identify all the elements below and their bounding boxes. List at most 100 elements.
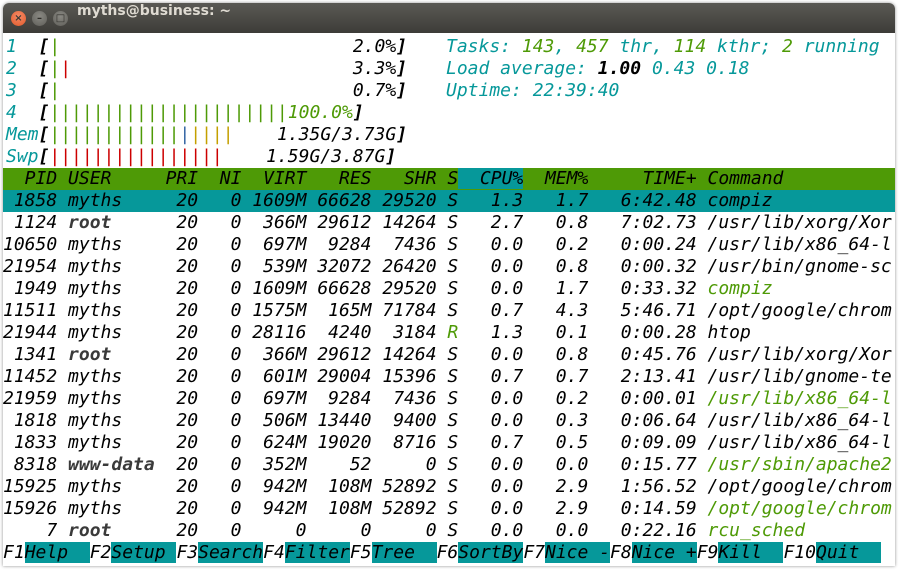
header-cpu[interactable]: CPU% [458,168,524,189]
cell-ni: 0 [198,520,242,541]
fkey-label-f1[interactable]: Help [24,542,90,563]
cell-pri: 20 [154,520,199,541]
cell-mem: 0.8 [523,256,589,277]
cell-mem: 0.2 [523,234,589,255]
header-pri[interactable]: PRI [155,168,199,189]
fkey-f4[interactable]: F4 [263,542,285,563]
table-row[interactable]: 10650 myths 20 0 697M 9284 7436 S 0.0 0.… [3,234,892,256]
table-row[interactable]: 1124 root 20 0 366M 29612 14264 S 2.7 0.… [3,212,892,234]
cell-state: S [436,256,459,277]
maximize-window-button[interactable]: □ [53,11,68,26]
table-row[interactable]: 11452 myths 20 0 601M 29004 15396 S 0.7 … [3,366,892,388]
header-state[interactable]: S [437,168,458,189]
cell-cpu: 0.0 [458,454,524,475]
fkey-label-f8[interactable]: Nice + [631,542,697,563]
cell-mem: 0.0 [523,520,589,541]
cell-mem: 0.7 [523,366,589,387]
header-user[interactable]: USER [57,168,155,189]
table-row[interactable]: 1949 myths 20 0 1609M 66628 29520 S 0.0 … [3,278,773,300]
fkey-f8[interactable]: F8 [610,542,632,563]
cell-user: root [57,344,155,365]
cell-time: 7:02.73 [588,212,697,233]
cell-res: 66628 [306,190,372,211]
fkey-label-f2[interactable]: Setup [111,542,177,563]
table-row[interactable]: 21959 myths 20 0 697M 9284 7436 S 0.0 0.… [3,388,892,410]
cell-time: 0:22.16 [588,520,697,541]
fkey-label-f7[interactable]: Nice - [545,542,611,563]
fkey-f3[interactable]: F3 [176,542,198,563]
cell-command: /opt/google/chrom [696,476,892,497]
cell-virt: 1609M [241,190,307,211]
cell-res: 4240 [306,322,372,343]
cell-ni: 0 [198,234,242,255]
table-row[interactable]: 1341 root 20 0 366M 29612 14264 S 0.0 0.… [3,344,892,366]
header-virt[interactable]: VIRT [241,168,306,189]
table-row[interactable]: 1858 myths 20 0 1609M 66628 29520 S 1.3 … [3,190,773,212]
cell-res: 0 [306,520,372,541]
fkey-f6[interactable]: F6 [437,542,459,563]
cell-res: 29004 [306,366,372,387]
fkey-f7[interactable]: F7 [523,542,545,563]
title-bar[interactable]: × – □ myths@business: ~ [3,3,895,33]
window-title: myths@business: ~ [77,3,232,19]
swp-meter: Swp[|||||||||||||||| 1.59G/3.87G] [6,146,397,167]
fkey-f5[interactable]: F5 [350,542,372,563]
cell-cpu: 2.7 [458,212,524,233]
cell-time: 0:06.64 [588,410,697,431]
cell-mem: 4.3 [523,300,589,321]
header-ni[interactable]: NI [198,168,242,189]
table-row[interactable]: 11511 myths 20 0 1575M 165M 71784 S 0.7 … [3,300,892,322]
header-command[interactable]: Command [697,168,784,189]
minimize-window-button[interactable]: – [32,11,47,26]
header-time[interactable]: TIME+ [588,168,696,189]
cell-command: /usr/lib/x86_64-l [696,388,892,409]
table-row[interactable]: 1833 myths 20 0 624M 19020 8716 S 0.7 0.… [3,432,892,454]
cell-cpu: 0.0 [458,234,524,255]
cell-cpu: 0.0 [458,344,524,365]
fkey-f2[interactable]: F2 [90,542,112,563]
cell-time: 1:56.52 [588,476,697,497]
cell-shr: 52892 [371,498,437,519]
cell-state: S [436,278,459,299]
cell-state: S [436,454,459,475]
fkey-label-f3[interactable]: Search [198,542,264,563]
fkey-label-f9[interactable]: Kill [718,542,784,563]
header-res[interactable]: RES [306,168,372,189]
cell-shr: 0 [371,520,437,541]
terminal-window: × – □ myths@business: ~ 1 [| 2.0%] 2 [||… [3,3,895,566]
header-mem[interactable]: MEM% [523,168,588,189]
fkey-f10[interactable]: F10 [783,542,816,563]
fkey-label-f6[interactable]: SortBy [458,542,524,563]
cell-state: S [436,410,459,431]
close-window-button[interactable]: × [11,11,26,26]
cell-virt: 697M [241,388,307,409]
table-row[interactable]: 15926 myths 20 0 942M 108M 52892 S 0.0 2… [3,498,892,520]
header-shr[interactable]: SHR [372,168,437,189]
table-row[interactable]: 1818 myths 20 0 506M 13440 9400 S 0.0 0.… [3,410,892,432]
table-row[interactable]: 15925 myths 20 0 942M 108M 52892 S 0.0 2… [3,476,892,498]
cell-cpu: 0.0 [458,498,524,519]
cell-ni: 0 [198,256,242,277]
fkey-label-f10[interactable]: Quit [815,542,882,563]
fkey-label-f5[interactable]: Tree [371,542,437,563]
fkey-f9[interactable]: F9 [697,542,719,563]
cell-res: 29612 [306,344,372,365]
cell-cpu: 0.0 [458,410,524,431]
column-headers[interactable]: PID USER PRI NI VIRT RES SHR S CPU% MEM%… [3,168,783,190]
fkey-label-f4[interactable]: Filter [284,542,350,563]
cell-mem: 0.0 [523,454,589,475]
cell-ni: 0 [198,300,242,321]
cell-ni: 0 [198,322,242,343]
cell-ni: 0 [198,212,242,233]
table-row[interactable]: 8318 www-data 20 0 352M 52 0 S 0.0 0.0 0… [3,454,892,476]
table-row[interactable]: 7 root 20 0 0 0 0 S 0.0 0.0 0:22.16 rcu_… [3,520,805,542]
cell-mem: 0.2 [523,388,589,409]
cell-shr: 7436 [371,234,437,255]
cell-command: /usr/lib/xorg/Xor [696,344,892,365]
table-row[interactable]: 21944 myths 20 0 28116 4240 3184 R 1.3 0… [3,322,751,344]
header-pid[interactable]: PID [3,168,58,189]
uptime: Uptime: 22:39:40 [446,80,620,101]
fkey-f1[interactable]: F1 [3,542,25,563]
htop-terminal[interactable]: 1 [| 2.0%] 2 [|| 3.3%] 3 [| 0.7%] 4 [|||… [3,33,895,566]
table-row[interactable]: 21954 myths 20 0 539M 32072 26420 S 0.0 … [3,256,892,278]
